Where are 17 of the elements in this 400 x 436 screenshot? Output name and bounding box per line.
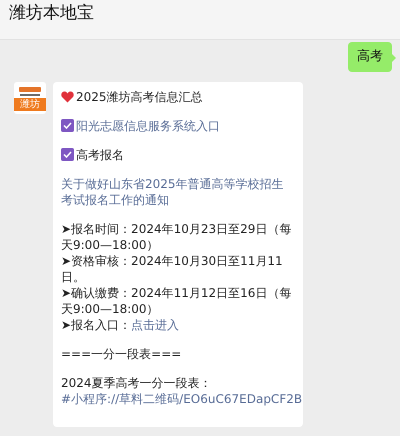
section-label: 高考报名 bbox=[76, 146, 124, 162]
link[interactable]: 阳光志愿信息服务系统入口 bbox=[76, 118, 220, 134]
checkbox-icon bbox=[61, 148, 74, 161]
message-line: 2024夏季高考一分一段表： bbox=[61, 376, 212, 390]
chat-title: 潍坊本地宝 bbox=[9, 2, 94, 24]
message-line: ➤报名入口： bbox=[61, 318, 132, 332]
message-line: ➤确认缴费：2024年11月12日至16日（每天9:00—18:00） bbox=[61, 284, 292, 316]
checkbox-icon bbox=[61, 119, 74, 132]
message-line: ➤报名时间：2024年10月23日至29日（每天9:00—18:00） bbox=[61, 220, 292, 252]
link[interactable]: 关于做好山东省2025年普通高等学校招生考试报名工作的通知 bbox=[61, 176, 295, 208]
link[interactable]: #小程序://草料二维码/EO6uC67EDapCF2B bbox=[61, 390, 302, 406]
heart-icon bbox=[61, 90, 74, 102]
avatar-label: 潍坊 bbox=[14, 98, 46, 110]
link[interactable]: 点击进入 bbox=[131, 316, 180, 332]
heading-text: 2025潍坊高考信息汇总 bbox=[76, 88, 203, 104]
message-line: ➤资格审核：2024年10月30日至11月11日。 bbox=[61, 252, 284, 284]
message-line: ===一分一段表=== bbox=[61, 346, 182, 362]
